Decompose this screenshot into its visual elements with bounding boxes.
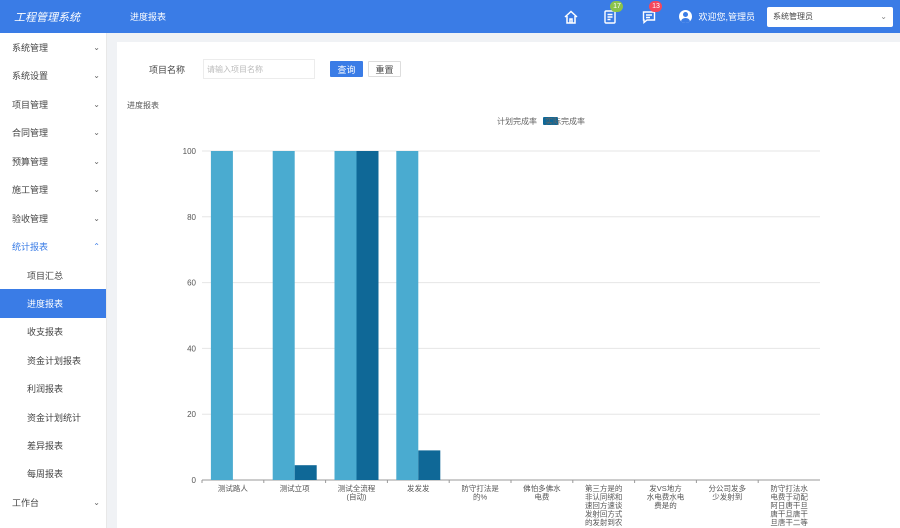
x-tick-label: 第三方是的 <box>585 483 623 493</box>
chevron-down-icon: ⌄ <box>93 156 100 166</box>
chevron-down-icon: ⌄ <box>93 497 100 507</box>
reset-button[interactable]: 重置 <box>368 61 402 77</box>
search-bar: 项目名称 请输入项目名称 查询 重置 <box>149 59 402 79</box>
sidebar-subitem-variance-report[interactable]: 差异报表 <box>0 431 106 459</box>
sidebar-item-label: 项目管理 <box>12 99 49 110</box>
sidebar-item-construction-management[interactable]: 施工管理 ⌄ <box>0 176 106 205</box>
sidebar-item-project-management[interactable]: 项目管理 ⌄ <box>0 90 106 119</box>
home-icon[interactable] <box>562 8 580 26</box>
app-logo[interactable]: 工程管理系统 <box>0 9 108 25</box>
bar-plan <box>334 151 357 480</box>
sidebar-item-system-settings[interactable]: 系统设置 ⌄ <box>0 62 106 91</box>
sidebar-subitem-profit-report[interactable]: 利润报表 <box>0 375 106 403</box>
progress-bar-chart: 进度报表计划完成率 实际完成率 0 20 40 60 80 100 测试路人 测试立项 测试全流程(… <box>127 100 820 527</box>
x-tick-label: 电费于动配 <box>770 492 808 502</box>
sidebar-item-workbench[interactable]: 工作台 ⌄ <box>0 488 106 517</box>
sidebar-item-budget-management[interactable]: 预算管理 ⌄ <box>0 147 106 176</box>
x-tick-label: 旦唐干二等 <box>770 517 808 527</box>
x-tick-label: 发射回方式 <box>585 509 623 519</box>
page-title: 进度报表 <box>130 12 167 22</box>
sidebar-item-label: 施工管理 <box>12 185 49 196</box>
role-select-value: 系统管理员 <box>773 12 813 21</box>
chevron-down-icon: ⌄ <box>93 128 100 138</box>
top-header: 工程管理系统 进度报表 17 13 欢迎您,管理员 系统管理员 ⌄ <box>0 0 900 33</box>
task-list-icon[interactable]: 17 <box>601 0 624 26</box>
bar-plan <box>210 151 233 480</box>
sidebar-subitem-project-summary[interactable]: 项目汇总 <box>0 261 106 289</box>
bar-actual <box>356 151 379 480</box>
x-tick-label: 防守打法水 <box>770 483 808 493</box>
chevron-up-icon: ⌃ <box>93 242 100 252</box>
message-count-badge: 13 <box>649 0 663 12</box>
chevron-down-icon: ⌄ <box>93 99 100 109</box>
progress-chart: 进度报表计划完成率 实际完成率 0 20 40 60 80 100 测试路人 测试立项 测试全流程(… <box>117 96 900 528</box>
sidebar-subitem-fund-plan-statistics[interactable]: 资金计划统计 <box>0 403 106 431</box>
x-tick-label: (自动) <box>347 492 367 502</box>
sidebar-subitem-weekly-report[interactable]: 每周报表 <box>0 460 106 488</box>
bar-plan <box>272 151 295 480</box>
sidebar: 系统管理 ⌄ 系统设置 ⌄ 项目管理 ⌄ 合同管理 ⌄ 预算管理 ⌄ 施工管理 ⌄ 验收管理… <box>0 33 107 528</box>
y-tick-label: 80 <box>187 213 196 222</box>
sidebar-item-system-management[interactable]: 系统管理 ⌄ <box>0 33 106 62</box>
x-tick-label: 阿日唐干旦 <box>770 500 808 510</box>
welcome-text: 欢迎您,管理员 <box>698 12 755 22</box>
role-select[interactable]: 系统管理员 ⌄ <box>767 6 893 27</box>
chevron-down-icon: ⌄ <box>93 213 100 223</box>
sidebar-subitem-income-expense-report[interactable]: 收支报表 <box>0 318 106 346</box>
x-tick-label: 少发射到 <box>712 492 742 502</box>
chevron-down-icon: ⌄ <box>93 185 100 195</box>
sidebar-subitem-fund-plan-report[interactable]: 资金计划报表 <box>0 346 106 374</box>
legend-label: 计划完成率 <box>497 116 537 126</box>
sidebar-item-label: 统计报表 <box>12 242 49 253</box>
chevron-down-icon: ⌄ <box>880 12 887 21</box>
sidebar-item-acceptance-management[interactable]: 验收管理 ⌄ <box>0 204 106 233</box>
sidebar-subitem-progress-report[interactable]: 进度报表 <box>0 289 106 318</box>
user-avatar-icon <box>679 10 693 23</box>
x-tick-label: 防守打法是 <box>461 483 499 493</box>
x-tick-label: 速回方速谈 <box>585 500 623 510</box>
task-count-badge: 17 <box>610 0 624 12</box>
main-content: 项目名称 请输入项目名称 查询 重置 进度报表计划完成率 实际完成率 0 20 40 60… <box>117 42 900 528</box>
sidebar-item-label: 工作台 <box>12 497 40 508</box>
y-tick-label: 100 <box>183 147 197 156</box>
x-tick-label: 发VS地方 <box>649 483 682 493</box>
bar-actual <box>294 465 317 480</box>
y-tick-label: 40 <box>187 344 196 353</box>
message-icon[interactable]: 13 <box>640 0 663 26</box>
header-actions: 17 13 欢迎您,管理员 系统管理员 ⌄ <box>562 0 900 33</box>
y-tick-label: 20 <box>187 410 196 419</box>
x-tick-label: 测试立项 <box>280 483 310 493</box>
x-tick-label: 的% <box>473 492 487 502</box>
legend-label: 实际完成率 <box>545 116 585 126</box>
x-tick-label: 测试路人 <box>218 483 248 493</box>
bar-actual <box>418 450 441 480</box>
x-tick-label: 唐干旦唐干 <box>770 509 808 519</box>
x-tick-label: 测试全流程 <box>338 483 376 493</box>
x-tick-label: 费是的 <box>654 500 677 510</box>
sidebar-item-label: 验收管理 <box>12 213 49 224</box>
chevron-down-icon: ⌄ <box>93 42 100 52</box>
x-tick-label: 的发射到农 <box>585 517 623 527</box>
x-tick-label: 佛怕多佛水 <box>523 483 561 493</box>
x-tick-label: 发发发 <box>407 483 430 493</box>
sidebar-item-label: 系统设置 <box>12 71 49 82</box>
sidebar-item-contract-management[interactable]: 合同管理 ⌄ <box>0 119 106 148</box>
project-name-label: 项目名称 <box>149 64 186 75</box>
x-tick-label: 电费 <box>534 492 549 502</box>
y-tick-label: 60 <box>187 279 196 288</box>
sidebar-item-label: 系统管理 <box>12 42 49 53</box>
chevron-down-icon: ⌄ <box>93 71 100 81</box>
sidebar-item-label: 合同管理 <box>12 128 49 139</box>
x-tick-label: 分公司发多 <box>709 483 747 493</box>
y-tick-label: 0 <box>192 476 197 485</box>
x-tick-label: 水电费水电 <box>647 492 685 502</box>
sidebar-item-label: 预算管理 <box>12 156 49 167</box>
project-name-input[interactable]: 请输入项目名称 <box>203 59 316 79</box>
bar-plan <box>396 151 419 480</box>
sidebar-item-statistics-reports[interactable]: 统计报表 ⌃ <box>0 233 106 262</box>
user-info[interactable]: 欢迎您,管理员 <box>679 10 755 23</box>
chart-title: 进度报表 <box>127 100 159 110</box>
query-button[interactable]: 查询 <box>330 61 364 77</box>
x-tick-label: 非认同绑和 <box>585 492 623 502</box>
